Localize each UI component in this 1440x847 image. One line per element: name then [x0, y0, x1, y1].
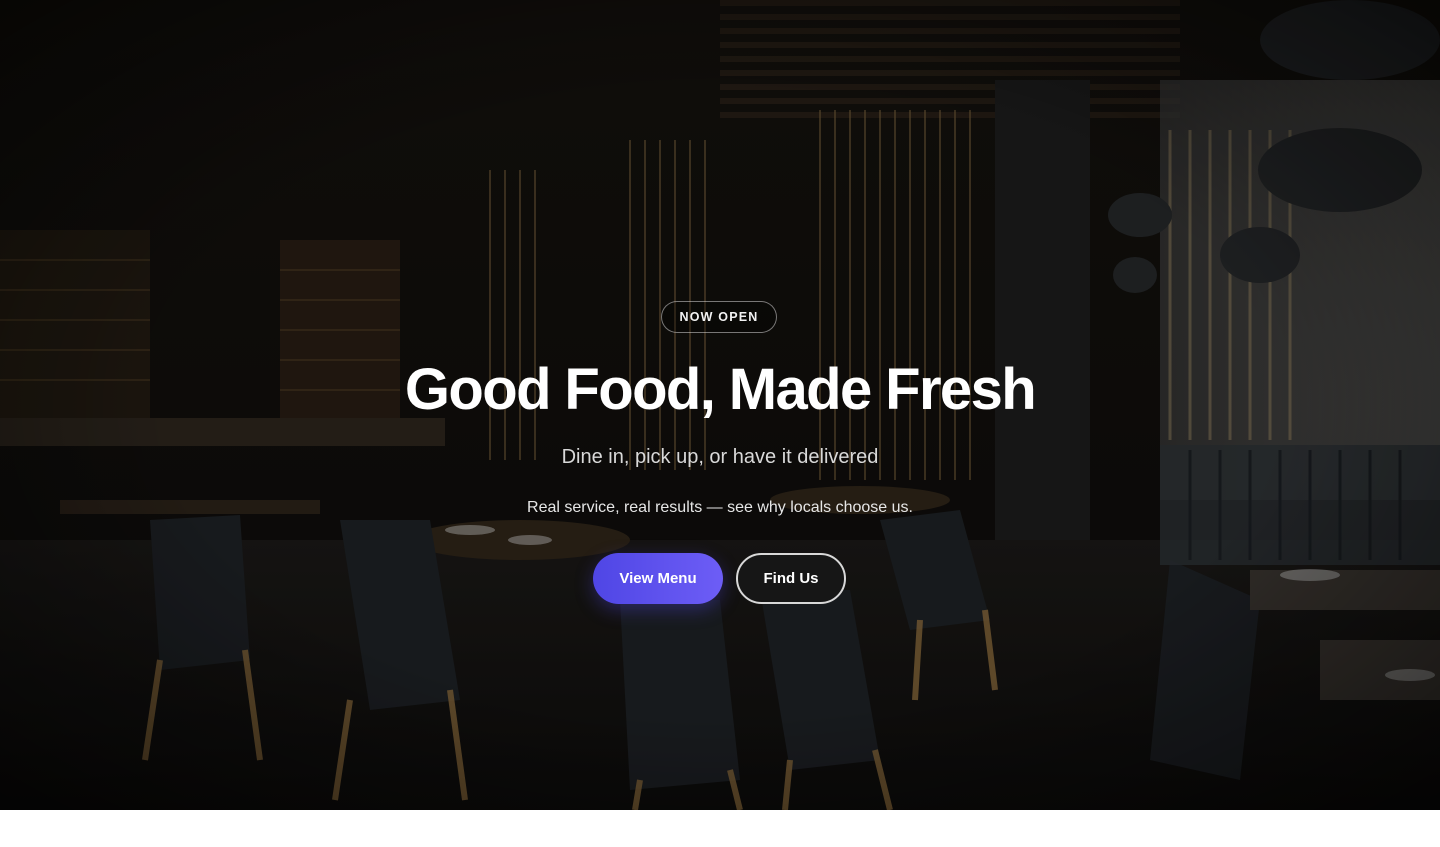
- next-section-start: [0, 810, 1440, 847]
- hero-tagline: Real service, real results — see why loc…: [527, 499, 913, 516]
- view-menu-button[interactable]: View Menu: [593, 553, 723, 604]
- hero-content: NOW OPEN Good Food, Made Fresh Dine in, …: [0, 0, 1440, 810]
- hero-subtitle: Dine in, pick up, or have it delivered: [561, 446, 879, 468]
- hero-title: Good Food, Made Fresh: [404, 357, 1037, 422]
- hero-section: NOW OPEN Good Food, Made Fresh Dine in, …: [0, 0, 1440, 810]
- now-open-badge: NOW OPEN: [661, 301, 777, 333]
- find-us-button[interactable]: Find Us: [736, 553, 846, 604]
